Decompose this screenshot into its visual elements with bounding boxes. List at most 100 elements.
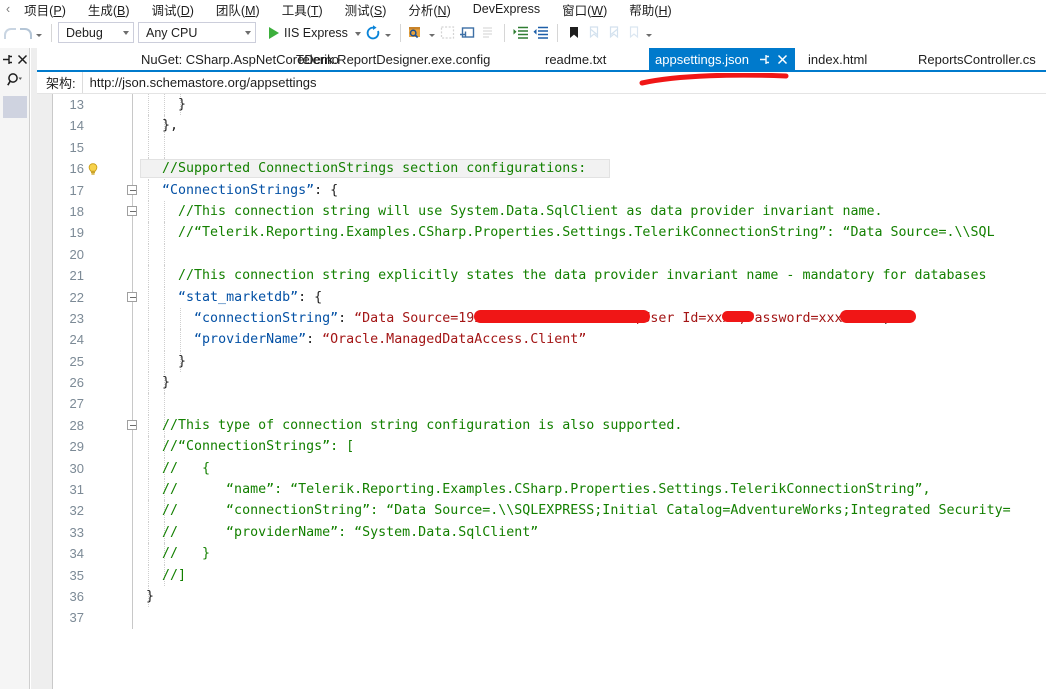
refresh-icon[interactable] <box>363 22 383 44</box>
toolbar-divider <box>399 23 401 42</box>
solution-configuration-combo[interactable]: Debug <box>58 22 134 43</box>
menu-project[interactable]: 项目(P) <box>24 0 66 19</box>
menu-devexpress[interactable]: DevExpress <box>473 2 540 16</box>
code-line[interactable]: 21 //This connection string explicitly s… <box>54 265 1046 287</box>
tab-index-html[interactable]: index.html <box>802 48 873 70</box>
indent-guide <box>148 136 149 159</box>
tab-appsettings[interactable]: appsettings.json <box>649 48 795 70</box>
menu-tools[interactable]: 工具(T) <box>282 0 323 19</box>
code-line[interactable]: 17 “ConnectionStrings”: { <box>54 179 1046 201</box>
fold-toggle-icon[interactable] <box>127 206 137 217</box>
code-line[interactable]: 22 “stat_marketdb”: { <box>54 286 1046 308</box>
code-line[interactable]: 30 // { <box>54 457 1046 480</box>
menu-debug[interactable]: 调试(D) <box>152 0 194 19</box>
start-debugging-button[interactable]: IIS Express <box>263 22 363 44</box>
code-line[interactable]: 14 }, <box>54 115 1046 137</box>
code-line[interactable]: 35 //] <box>54 564 1046 586</box>
code-line[interactable]: 13 } <box>54 94 1046 116</box>
code-line[interactable]: 27 <box>54 393 1046 415</box>
uncomment-selection-icon[interactable] <box>458 22 478 44</box>
close-icon[interactable] <box>16 53 29 66</box>
code-line[interactable]: 25 } <box>54 350 1046 373</box>
menu-team[interactable]: 团队(M) <box>216 0 260 19</box>
next-bookmark-icon[interactable] <box>604 22 624 44</box>
schema-value[interactable]: http://json.schemastore.org/appsettings <box>81 72 1046 93</box>
gutter-structure-line <box>132 307 133 330</box>
code-line[interactable]: 18 //This connection string will use Sys… <box>54 200 1046 223</box>
menu-test[interactable]: 测试(S) <box>345 0 387 19</box>
clear-bookmarks-icon[interactable] <box>624 22 644 44</box>
navigate-dropdown-icon[interactable] <box>36 34 42 37</box>
line-number: 31 <box>69 482 84 498</box>
code-line[interactable]: 26 } <box>54 372 1046 394</box>
menu-overflow[interactable]: ‹ <box>6 2 10 16</box>
chevron-down-icon[interactable] <box>354 31 361 36</box>
close-icon[interactable] <box>776 53 789 66</box>
tab-telerik-config[interactable]: Telerik.ReportDesigner.exe.config <box>290 48 496 70</box>
code-token: // “connectionString”: “Data Source=.\\S… <box>146 503 1011 519</box>
bookmark-icon[interactable] <box>564 22 584 44</box>
fold-toggle-icon[interactable] <box>127 185 137 196</box>
refresh-dropdown-icon[interactable] <box>384 34 391 37</box>
code-editor[interactable]: 13 } 14 }, 15 16 //Supported ConnectionStri… <box>54 94 1046 689</box>
code-line[interactable]: 36} <box>54 585 1046 608</box>
code-line[interactable]: 20 <box>54 243 1046 266</box>
code-text: // “name”: “Telerik.Reporting.Examples.C… <box>146 479 931 500</box>
code-line[interactable]: 19 //“Telerik.Reporting.Examples.CSharp.… <box>54 222 1046 244</box>
gutter-structure-line <box>132 222 133 244</box>
fold-toggle-icon[interactable] <box>127 420 137 431</box>
code-line[interactable]: 16 //Supported ConnectionStrings section… <box>54 158 1046 180</box>
code-token: }, <box>146 118 179 134</box>
outdent-icon[interactable] <box>531 22 551 44</box>
code-token: : { <box>298 289 323 305</box>
line-number: 27 <box>69 396 84 412</box>
solution-platform-combo[interactable]: Any CPU <box>138 22 256 43</box>
tab-label: index.html <box>808 51 868 67</box>
lightbulb-icon[interactable] <box>87 162 99 175</box>
format-document-icon[interactable] <box>478 22 498 44</box>
code-token: // “providerName”: “System.Data.SqlClien… <box>146 524 539 540</box>
gutter-structure-line <box>132 350 133 373</box>
navigate-forward-icon[interactable] <box>18 25 34 41</box>
code-text: // { <box>146 458 210 479</box>
pin-icon[interactable] <box>758 53 771 66</box>
code-line[interactable]: 31 // “name”: “Telerik.Reporting.Example… <box>54 479 1046 501</box>
code-token: //Supported ConnectionStrings section co… <box>146 161 587 177</box>
menu-window[interactable]: 窗口(W) <box>562 0 607 19</box>
indent-icon[interactable] <box>511 22 531 44</box>
find-icon[interactable] <box>407 22 427 44</box>
previous-bookmark-icon[interactable] <box>584 22 604 44</box>
code-line[interactable]: 29 //“ConnectionStrings”: [ <box>54 436 1046 458</box>
gutter-structure-line <box>132 136 133 159</box>
code-line[interactable]: 34 // } <box>54 543 1046 565</box>
code-line[interactable]: 32 // “connectionString”: “Data Source=.… <box>54 500 1046 522</box>
line-number: 25 <box>69 353 84 369</box>
indent-guide <box>164 393 166 415</box>
code-line[interactable]: 33 // “providerName”: “System.Data.SqlCl… <box>54 521 1046 544</box>
gutter-structure-line <box>132 243 133 266</box>
code-line[interactable]: 37 <box>54 607 1046 629</box>
menu-build[interactable]: 生成(B) <box>88 0 130 19</box>
code-text: //] <box>146 565 186 586</box>
code-text: // “providerName”: “System.Data.SqlClien… <box>146 522 538 543</box>
dock-selected-item[interactable] <box>3 96 27 118</box>
tab-reports-controller[interactable]: ReportsController.cs <box>912 48 1042 70</box>
comment-selection-icon[interactable] <box>438 22 458 44</box>
toolbar-overflow-icon[interactable] <box>645 34 652 37</box>
fold-toggle-icon[interactable] <box>127 292 137 303</box>
code-line[interactable]: 24 “providerName”: “Oracle.ManagedDataAc… <box>54 329 1046 351</box>
navigate-back-icon[interactable] <box>2 25 18 41</box>
code-token: // } <box>146 546 211 562</box>
find-dropdown-icon[interactable] <box>428 34 435 37</box>
tab-readme[interactable]: readme.txt <box>539 48 612 70</box>
code-text: “providerName”: “Oracle.ManagedDataAcces… <box>146 329 586 350</box>
pin-icon[interactable] <box>1 53 14 66</box>
search-icon[interactable] <box>6 72 24 92</box>
menu-help[interactable]: 帮助(H) <box>629 0 671 19</box>
code-line[interactable]: 28 //This type of connection string conf… <box>54 414 1046 437</box>
line-number: 13 <box>69 97 84 112</box>
dock-title-buttons <box>0 48 30 70</box>
gutter-structure-line <box>132 607 133 629</box>
menu-analyze[interactable]: 分析(N) <box>408 0 450 19</box>
code-line[interactable]: 15 <box>54 136 1046 159</box>
